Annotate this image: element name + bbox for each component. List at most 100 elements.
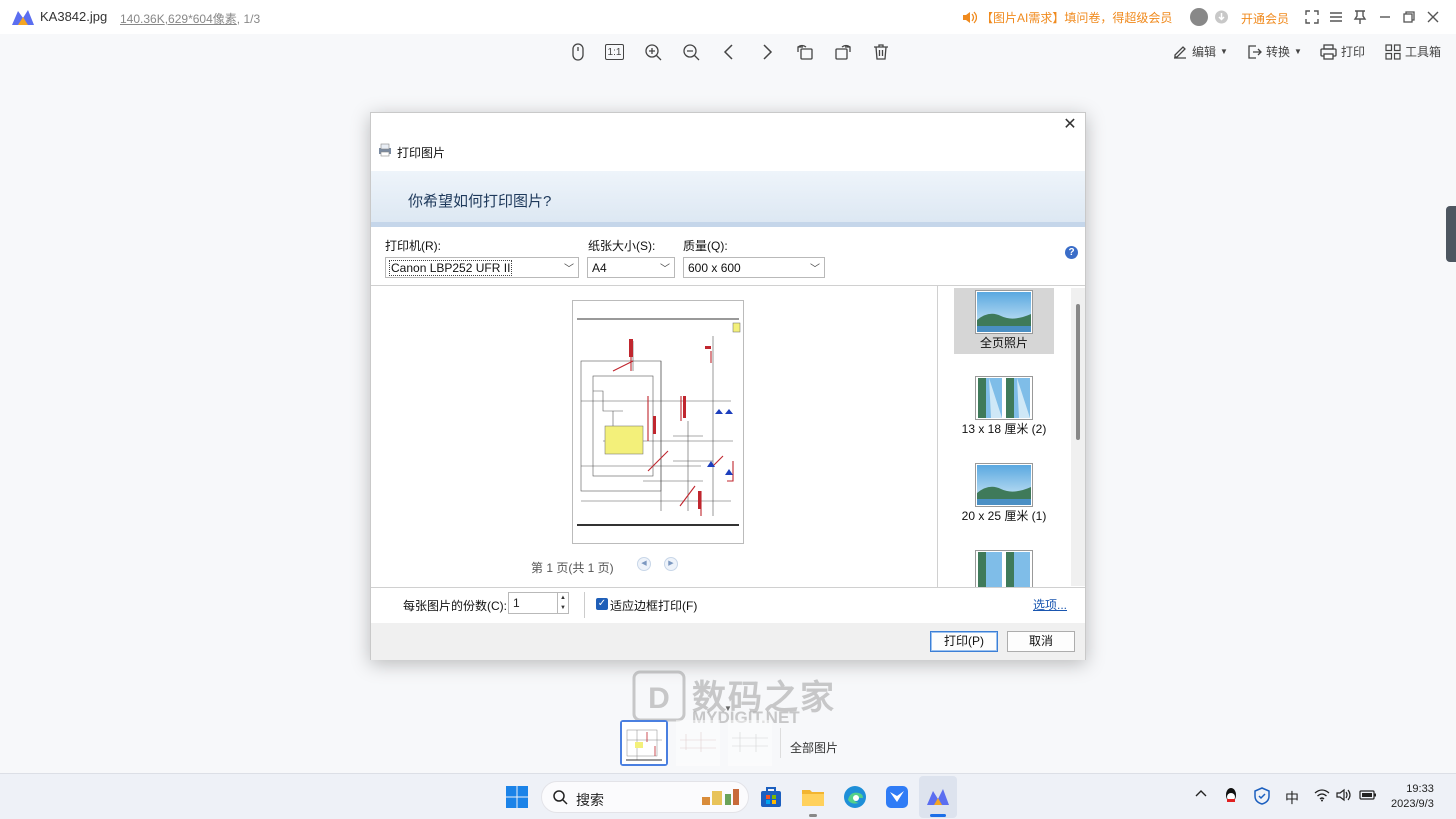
- layout-scrollbar[interactable]: [1071, 288, 1085, 586]
- layout-full-page[interactable]: 全页照片: [954, 288, 1054, 354]
- fit-checkbox[interactable]: ✓: [596, 598, 608, 610]
- page-indicator: 第 1 页(共 1 页): [531, 561, 614, 575]
- actual-size-button[interactable]: 1:1: [605, 44, 624, 60]
- watermark-logo-icon: D: [632, 670, 686, 722]
- fullscreen-icon[interactable]: [1304, 9, 1320, 25]
- zoom-out-icon[interactable]: [681, 42, 701, 62]
- menu-icon[interactable]: [1328, 9, 1344, 25]
- next-page-icon[interactable]: ▶: [664, 557, 678, 571]
- landscape-thumbnail-icon: [977, 465, 1031, 505]
- time: 19:33: [1406, 783, 1434, 795]
- edit-label: 编辑: [1192, 45, 1217, 59]
- options-bar: 每张图片的份数(C): 1 ▲ ▼ ✓ 适应边框打印(F) 选项...: [371, 587, 1085, 623]
- thumbnail-item[interactable]: [676, 720, 720, 766]
- search-placeholder: 搜索: [576, 792, 604, 808]
- options-link[interactable]: 选项...: [1033, 596, 1067, 613]
- print-button[interactable]: 打印(P): [930, 631, 998, 652]
- schematic-thumbnail: [622, 722, 666, 764]
- print-tool[interactable]: 打印: [1320, 43, 1365, 60]
- ime-indicator[interactable]: 中: [1285, 788, 1299, 808]
- restore-icon[interactable]: [1401, 9, 1417, 25]
- layout-13x18[interactable]: 13 x 18 厘米 (2): [954, 376, 1054, 442]
- image-viewer-app-icon[interactable]: [926, 785, 950, 809]
- convert-label: 转换: [1266, 45, 1291, 59]
- banner-question: 你希望如何打印图片?: [408, 193, 552, 210]
- scrollbar-thumb[interactable]: [1076, 304, 1080, 440]
- thumbnail-item[interactable]: [728, 720, 772, 766]
- quality-label: 质量(Q):: [683, 239, 728, 253]
- qq-icon[interactable]: [1223, 787, 1239, 805]
- side-widget[interactable]: [1446, 206, 1456, 262]
- wifi-icon[interactable]: [1314, 788, 1330, 802]
- toolbox-menu[interactable]: 工具箱: [1385, 43, 1441, 60]
- active-indicator: [930, 814, 946, 817]
- app-logo-icon: [12, 10, 34, 25]
- printer-icon: [1320, 43, 1337, 60]
- feishu-icon[interactable]: [885, 785, 909, 809]
- delete-icon[interactable]: [871, 42, 891, 62]
- file-info: 140.36K,629*604像素, 1/3: [120, 10, 260, 27]
- print-dialog-icon: [379, 143, 391, 157]
- thumbnail-item[interactable]: [620, 720, 668, 766]
- volume-icon[interactable]: [1336, 788, 1352, 802]
- file-explorer-icon[interactable]: [801, 785, 825, 809]
- close-window-icon[interactable]: [1425, 9, 1441, 25]
- zoom-in-icon[interactable]: [643, 42, 663, 62]
- minimize-icon[interactable]: [1377, 9, 1393, 25]
- vip-link[interactable]: 开通会员: [1241, 10, 1289, 27]
- file-dimensions[interactable]: ,629*604像素: [165, 12, 237, 26]
- schematic-thumbnail: [732, 732, 768, 752]
- schematic-thumbnail: [680, 732, 716, 752]
- all-pictures-link[interactable]: 全部图片: [790, 739, 838, 756]
- edit-menu[interactable]: 编辑 ▼: [1172, 43, 1228, 60]
- stepper-down-icon[interactable]: ▼: [558, 603, 568, 613]
- file-name: KA3842.jpg: [40, 9, 108, 24]
- rotate-left-icon[interactable]: [795, 42, 815, 62]
- title-bar: KA3842.jpg 140.36K,629*604像素, 1/3 【图片AI需…: [0, 0, 1456, 34]
- grid-icon: [1385, 43, 1401, 60]
- two-portrait-thumbnail-icon: [978, 378, 1030, 418]
- clock[interactable]: 19:33 2023/9/3: [1391, 782, 1434, 812]
- battery-icon[interactable]: [1359, 788, 1377, 802]
- file-size[interactable]: 140.36K: [120, 12, 165, 26]
- search-icon: [553, 790, 568, 805]
- layout-20x25[interactable]: 20 x 25 厘米 (1): [954, 463, 1054, 529]
- cancel-button[interactable]: 取消: [1007, 631, 1075, 652]
- quality-select[interactable]: 600 x 600 ﹀: [683, 257, 825, 278]
- user-avatar[interactable]: [1190, 8, 1208, 26]
- fit-label[interactable]: 适应边框打印(F): [610, 597, 697, 614]
- dialog-close-icon[interactable]: ✕: [1063, 117, 1077, 133]
- cloud-icon[interactable]: [1214, 10, 1229, 24]
- convert-menu[interactable]: 转换 ▼: [1246, 43, 1302, 60]
- dialog-title: 打印图片: [397, 146, 446, 160]
- windows-start-icon[interactable]: [505, 785, 529, 809]
- taskbar-search[interactable]: 搜索: [541, 781, 749, 813]
- previous-page-icon[interactable]: ◀: [637, 557, 651, 571]
- previous-icon[interactable]: [719, 42, 739, 62]
- svg-text:D: D: [648, 682, 670, 715]
- mouse-icon[interactable]: [568, 42, 588, 62]
- help-icon[interactable]: ?: [1065, 246, 1078, 259]
- copies-input[interactable]: 1: [508, 592, 558, 614]
- layout-thumbnail: [975, 376, 1033, 420]
- pin-icon[interactable]: [1352, 9, 1368, 25]
- edge-browser-icon[interactable]: [843, 785, 867, 809]
- store-icon[interactable]: [759, 785, 783, 809]
- next-icon[interactable]: [757, 42, 777, 62]
- rotate-right-icon[interactable]: [833, 42, 853, 62]
- layout-wallet[interactable]: [954, 550, 1054, 587]
- edit-icon: [1174, 45, 1186, 59]
- security-shield-icon[interactable]: [1254, 787, 1270, 805]
- printer-value: Canon LBP252 UFR II: [388, 260, 513, 276]
- divider: [780, 728, 781, 758]
- collapse-strip-icon[interactable]: ▼: [724, 704, 732, 713]
- copies-stepper[interactable]: ▲ ▼: [557, 592, 569, 614]
- printer-select[interactable]: Canon LBP252 UFR II ﹀: [385, 257, 579, 278]
- stepper-up-icon[interactable]: ▲: [558, 593, 568, 603]
- promo-banner[interactable]: 【图片AI需求】填问卷，得超级会员: [962, 9, 1172, 26]
- chevron-up-icon[interactable]: [1195, 788, 1207, 800]
- schematic-preview: [577, 318, 741, 526]
- dialog-banner: 你希望如何打印图片?: [371, 171, 1085, 227]
- paper-size-select[interactable]: A4 ﹀: [587, 257, 675, 278]
- chevron-down-icon: ﹀: [564, 264, 574, 275]
